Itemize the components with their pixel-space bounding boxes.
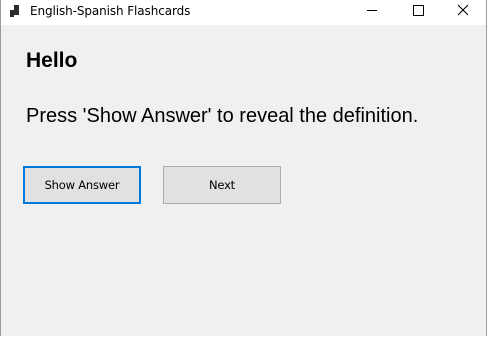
maximize-icon [413, 5, 424, 16]
word-label: Hello [26, 49, 78, 72]
next-button[interactable]: Next [163, 166, 281, 204]
form-client-area: Hello Press 'Show Answer' to reveal the … [1, 25, 486, 336]
show-answer-button[interactable]: Show Answer [23, 166, 141, 204]
app-icon[interactable] [10, 5, 23, 18]
minimize-icon [367, 10, 377, 11]
app-window: English-Spanish Flashcards Hello Press '… [0, 0, 487, 336]
maximize-button[interactable] [395, 0, 441, 22]
window-title: English-Spanish Flashcards [30, 4, 191, 18]
close-button[interactable] [441, 0, 487, 22]
minimize-button[interactable] [349, 0, 395, 22]
definition-label: Press 'Show Answer' to reveal the defini… [26, 105, 419, 127]
close-icon [457, 4, 469, 16]
title-bar[interactable]: English-Spanish Flashcards [1, 0, 486, 25]
